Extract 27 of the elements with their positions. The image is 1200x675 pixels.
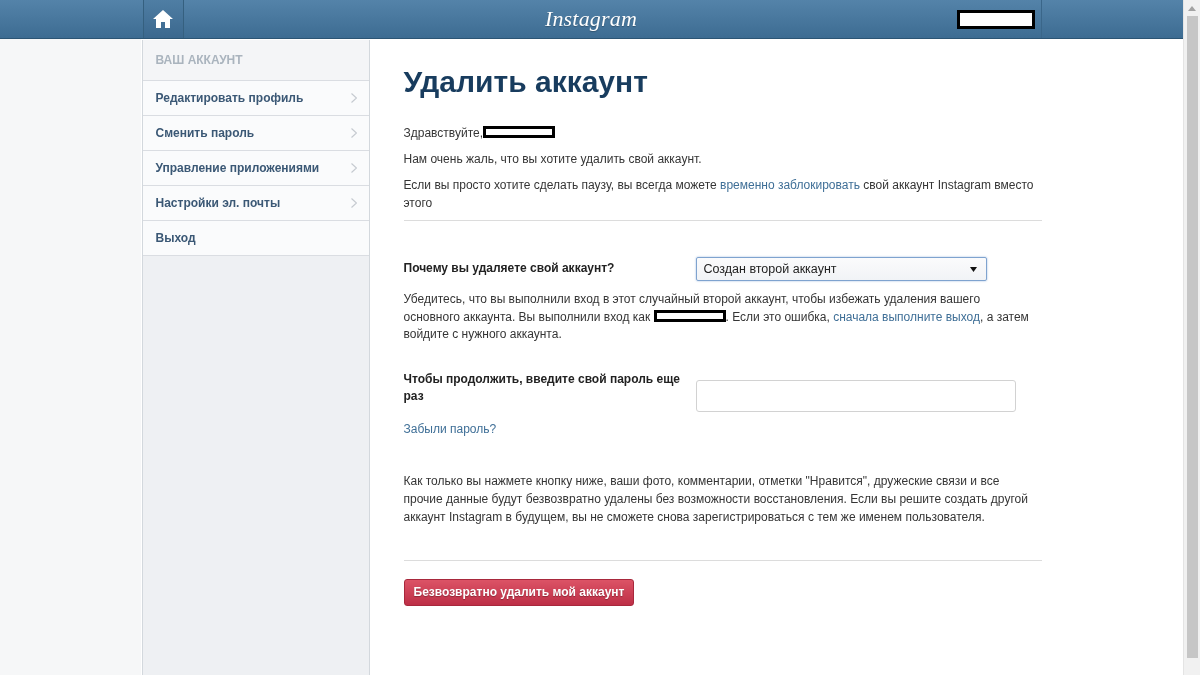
sidebar-item[interactable]: Настройки эл. почты (142, 186, 369, 221)
scroll-up-arrow-icon[interactable] (1188, 6, 1196, 11)
paragraph: Убедитесь, что вы выполнили вход в этот случайный второй аккаунт, чтобы избежать удаления вашего основного аккаунта. Вы выполнили вход как . Если это ошибка, сначала выполните выход, а затем войдите с нужного аккаунта. (403, 291, 1030, 343)
reason-dropdown[interactable]: Создан второй аккаунт (695, 257, 987, 281)
paragraph: Нам очень жаль, что вы хотите удалить свой аккаунт. (403, 150, 703, 168)
home-icon (153, 10, 173, 28)
delete-account-button[interactable]: Безвозвратно удалить мой аккаунт (403, 578, 635, 606)
paragraph: Если вы просто хотите сделать паузу, вы всегда можете временно заблокировать свой аккаунт Instagram вместо этого (403, 177, 1035, 212)
sidebar-heading: ВАШ АККАУНТ (142, 40, 369, 81)
home-button[interactable] (142, 0, 184, 38)
paragraph: Здравствуйте, (403, 125, 1037, 143)
logo[interactable]: Instagram (544, 6, 638, 32)
sidebar-item[interactable]: Выход (142, 221, 369, 256)
field-label: Почему вы удаляете свой аккаунт? (403, 260, 616, 277)
scrollbar[interactable] (1183, 0, 1200, 675)
sidebar-item[interactable]: Сменить пароль (142, 116, 369, 151)
link[interactable]: временно заблокировать (720, 178, 860, 192)
forgot-password-link[interactable]: Забыли пароль? (403, 419, 497, 438)
password-field[interactable] (695, 379, 1016, 412)
caret-down-icon (969, 266, 977, 272)
scrollbar-thumb[interactable] (1186, 16, 1198, 658)
link[interactable]: сначала выполните выход (833, 309, 980, 324)
sidebar-item[interactable]: Управление приложениями (142, 151, 369, 186)
page-title: Удалить аккаунт (403, 64, 649, 100)
sidebar-item[interactable]: Редактировать профиль (142, 81, 369, 116)
warning-text: Как только вы нажмете кнопку ниже, ваши фото, комментарии, отметки "Нравится", дружеские связи и все прочие данные будут безвозвратно удалены без возможности восстановления. Если вы решите создать другой аккаунт Instagram в будущем, вы не сможете снова зарегистрироваться с тем же именем пользователя. (403, 472, 1029, 526)
field-label: Чтобы продолжить, введите свой пароль еще раз (403, 370, 681, 405)
